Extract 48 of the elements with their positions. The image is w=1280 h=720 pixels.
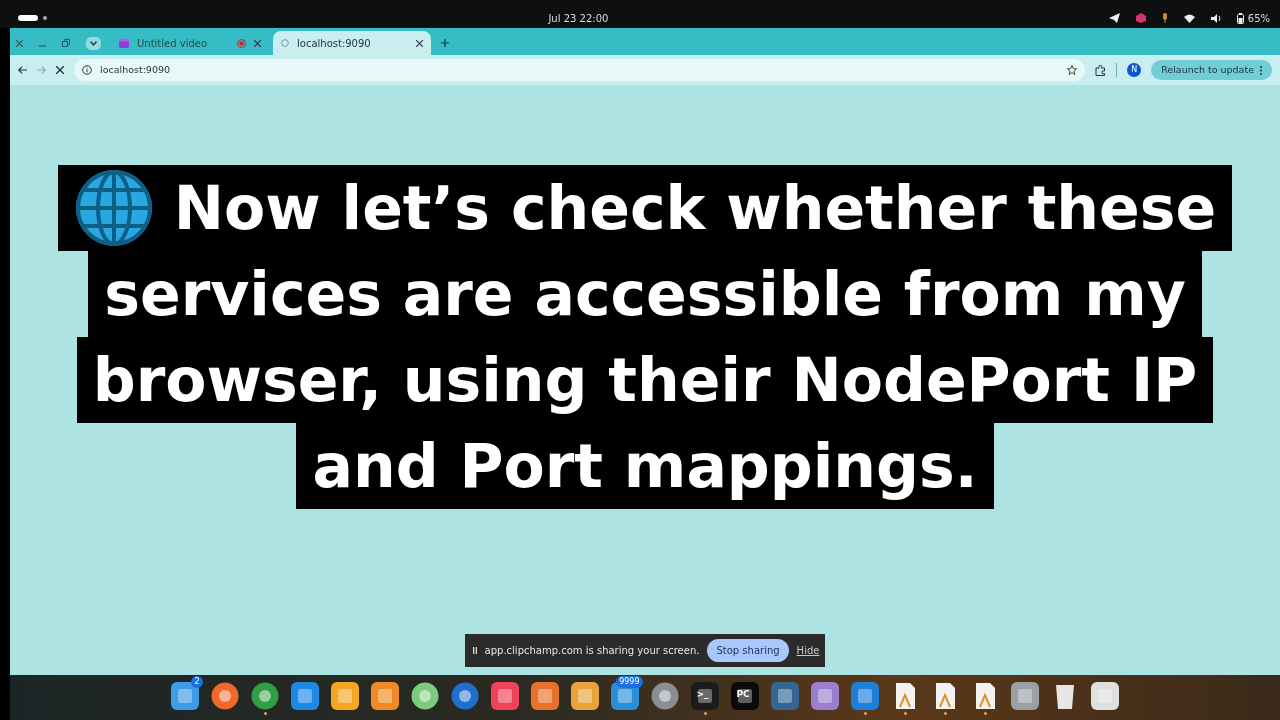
stop-sharing-button[interactable]: Stop sharing: [707, 639, 789, 662]
send-icon[interactable]: [1108, 13, 1120, 23]
tab-search-button[interactable]: [86, 36, 101, 50]
workspace-indicator-icon[interactable]: [18, 15, 48, 21]
caption-text: and Port mappings.: [312, 430, 978, 503]
tab-title: Untitled video: [137, 36, 209, 51]
relaunch-button[interactable]: Relaunch to update: [1151, 59, 1272, 81]
icon-label: >_: [696, 687, 709, 701]
puzzle-icon[interactable]: [1095, 64, 1107, 76]
dock-app-button[interactable]: >_: [687, 677, 723, 718]
globe-icon: [281, 39, 289, 47]
hide-link[interactable]: Hide: [796, 643, 820, 658]
close-icon[interactable]: [254, 39, 261, 47]
notification-badge: 9999: [616, 675, 643, 688]
icon-label: PC: [736, 687, 750, 701]
caption-text: Now let’s check whether these: [173, 172, 1217, 245]
pause-icon: [472, 647, 477, 654]
volume-icon[interactable]: [1210, 13, 1221, 23]
browser-tab[interactable]: Untitled video: [111, 31, 269, 55]
caption-text: browser, using their NodePort IP: [92, 344, 1198, 417]
plus-icon: [441, 39, 449, 47]
chevron-down-icon: [90, 40, 97, 46]
star-icon[interactable]: [1067, 65, 1078, 75]
back-button[interactable]: [18, 66, 27, 74]
caption-text: services are accessible from my: [104, 258, 1186, 331]
profile-avatar[interactable]: N: [1127, 63, 1142, 77]
microphone-icon[interactable]: [1161, 13, 1168, 23]
notification-badge: 2: [191, 675, 203, 688]
restore-icon[interactable]: [62, 39, 70, 47]
tab-title: localhost:9090: [297, 36, 372, 51]
browser-tab[interactable]: localhost:9090: [273, 31, 431, 55]
dock-app-button[interactable]: 2: [167, 677, 203, 718]
address-bar[interactable]: localhost:9090: [74, 59, 1086, 81]
share-message: app.clipchamp.com is sharing your screen.: [484, 644, 700, 658]
dock-app-button[interactable]: 9999: [607, 677, 643, 718]
wifi-icon[interactable]: [1183, 13, 1195, 23]
stop-button[interactable]: [56, 66, 64, 74]
url-text: localhost:9090: [100, 62, 172, 77]
info-icon[interactable]: [82, 65, 92, 75]
battery-icon[interactable]: [1236, 12, 1244, 24]
dock-app-button[interactable]: PC: [727, 677, 763, 718]
app-icon[interactable]: [1135, 13, 1146, 23]
clock-text[interactable]: Jul 23 22:00: [548, 10, 609, 26]
clapperboard-icon: [119, 38, 129, 48]
battery-percent-text: 65%: [1247, 11, 1270, 26]
globe-icon: [73, 168, 154, 248]
arrow-left-icon: [18, 66, 27, 74]
close-icon[interactable]: [416, 39, 423, 47]
